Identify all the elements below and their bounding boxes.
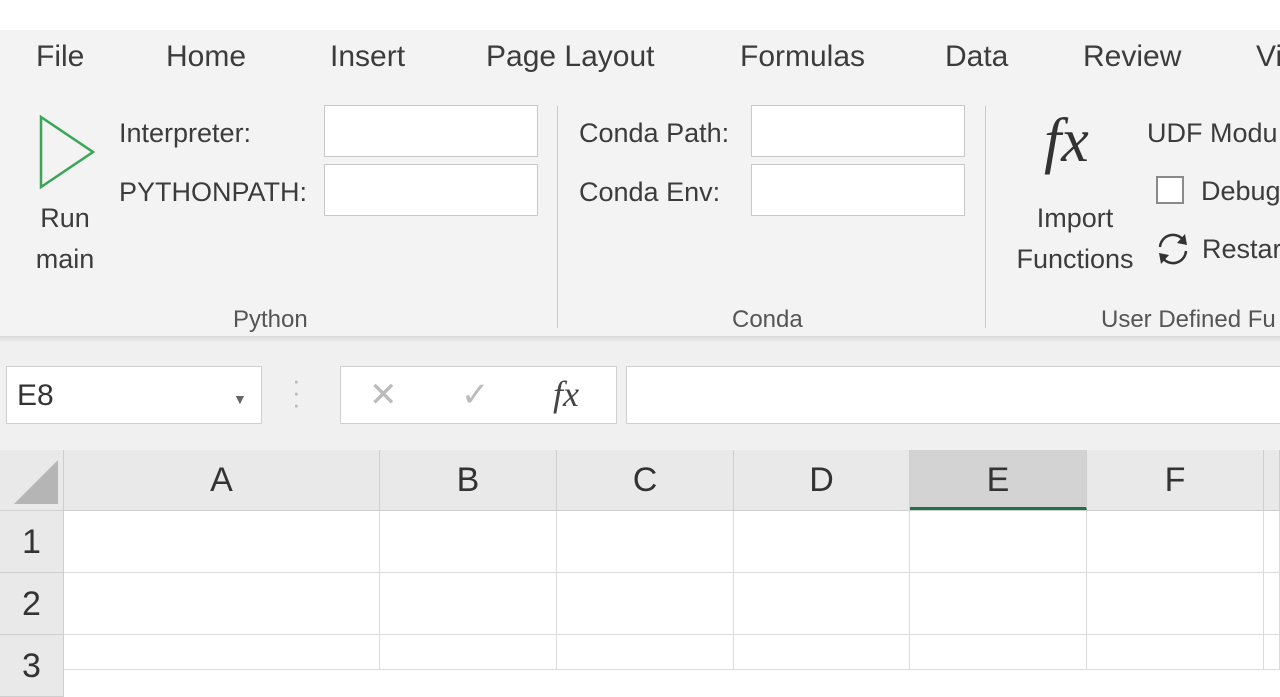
cell-f3[interactable]	[1087, 635, 1264, 670]
cell-f1[interactable]	[1087, 511, 1264, 573]
run-main-button[interactable]: Run main	[20, 106, 112, 281]
group-separator	[557, 106, 558, 328]
name-box-value: E8	[17, 379, 54, 412]
cell-c1[interactable]	[557, 511, 734, 573]
debug-checkbox[interactable]	[1156, 176, 1184, 204]
tab-formulas[interactable]: Formulas	[740, 40, 865, 74]
python-group-label: Python	[233, 306, 308, 333]
tab-review[interactable]: Review	[1083, 40, 1181, 74]
window-top-strip	[0, 0, 1280, 30]
insert-function-icon[interactable]: fx	[553, 373, 579, 415]
group-separator	[985, 106, 986, 328]
import-label-line1: Import	[1036, 203, 1114, 233]
conda-env-label: Conda Env:	[579, 177, 721, 207]
cell-a3[interactable]	[64, 635, 380, 670]
cell-d2[interactable]	[734, 573, 910, 635]
cell-c2[interactable]	[557, 573, 734, 635]
tab-insert[interactable]: Insert	[330, 40, 405, 74]
tab-view[interactable]: Vi	[1256, 40, 1280, 74]
cell-c3[interactable]	[557, 635, 734, 670]
grip-dots-icon[interactable]: · · ·	[292, 367, 301, 417]
enter-check-icon[interactable]: ✓	[461, 375, 490, 415]
interpreter-input[interactable]	[324, 105, 538, 157]
cell-g2[interactable]	[1264, 573, 1280, 635]
select-all-corner[interactable]	[0, 450, 64, 510]
formula-bar: E8 ▼ · · · ✕ ✓ fx	[0, 342, 1280, 450]
pythonpath-input[interactable]	[324, 164, 538, 216]
column-header-b[interactable]: B	[380, 450, 557, 510]
column-header-c[interactable]: C	[557, 450, 734, 510]
debug-label: Debug	[1201, 176, 1280, 206]
conda-path-input[interactable]	[751, 105, 965, 157]
interpreter-label: Interpreter:	[119, 118, 252, 148]
cell-a2[interactable]	[64, 573, 380, 635]
row-header-3[interactable]: 3	[0, 635, 64, 697]
udf-group-label: User Defined Fu	[1101, 306, 1276, 333]
column-header-d[interactable]: D	[734, 450, 910, 510]
formula-input[interactable]	[626, 366, 1280, 424]
conda-group-label: Conda	[732, 306, 803, 333]
restart-button[interactable]: Restar	[1154, 228, 1280, 272]
select-all-triangle-icon	[14, 460, 58, 504]
import-functions-button[interactable]: fx Import Functions	[1006, 104, 1144, 284]
cell-b2[interactable]	[380, 573, 557, 635]
function-fx-icon: fx	[1044, 107, 1089, 175]
column-header-f[interactable]: F	[1087, 450, 1264, 510]
run-main-label-line2: main	[35, 244, 95, 274]
ribbon-tab-bar: File Home Insert Page Layout Formulas Da…	[0, 30, 1280, 88]
cell-f2[interactable]	[1087, 573, 1264, 635]
cell-d1[interactable]	[734, 511, 910, 573]
cell-g1[interactable]	[1264, 511, 1280, 573]
row-header-1[interactable]: 1	[0, 511, 64, 573]
formula-controls: ✕ ✓ fx	[340, 366, 617, 424]
tab-home[interactable]: Home	[166, 40, 246, 74]
caret-down-icon[interactable]: ▼	[233, 391, 247, 407]
cancel-icon[interactable]: ✕	[369, 375, 398, 415]
row-header-2[interactable]: 2	[0, 573, 64, 635]
cell-e3[interactable]	[910, 635, 1087, 670]
worksheet-grid: A B C D E F 1 2 3	[0, 450, 1280, 697]
import-label-line2: Functions	[1016, 244, 1134, 274]
udf-modules-label: UDF Modu	[1147, 118, 1278, 148]
name-box[interactable]: E8 ▼	[6, 366, 262, 424]
restart-label: Restar	[1202, 234, 1280, 264]
cell-g3[interactable]	[1264, 635, 1280, 670]
run-main-label-line1: Run	[40, 203, 90, 233]
conda-path-label: Conda Path:	[579, 118, 730, 148]
tab-data[interactable]: Data	[945, 40, 1008, 74]
cell-e1[interactable]	[910, 511, 1087, 573]
column-header-e[interactable]: E	[910, 450, 1087, 510]
cell-a1[interactable]	[64, 511, 380, 573]
refresh-icon	[1158, 233, 1188, 265]
column-header-g[interactable]	[1264, 450, 1280, 510]
play-triangle-icon	[39, 114, 96, 190]
conda-env-input[interactable]	[751, 164, 965, 216]
pythonpath-label: PYTHONPATH:	[119, 177, 308, 207]
column-header-a[interactable]: A	[64, 450, 380, 510]
tab-file[interactable]: File	[36, 40, 84, 74]
cell-b3[interactable]	[380, 635, 557, 670]
cell-b1[interactable]	[380, 511, 557, 573]
tab-page-layout[interactable]: Page Layout	[486, 40, 654, 74]
cell-d3[interactable]	[734, 635, 910, 670]
cell-e2[interactable]	[910, 573, 1087, 635]
ribbon-panel: Run main Interpreter: PYTHONPATH: Python…	[0, 88, 1280, 338]
